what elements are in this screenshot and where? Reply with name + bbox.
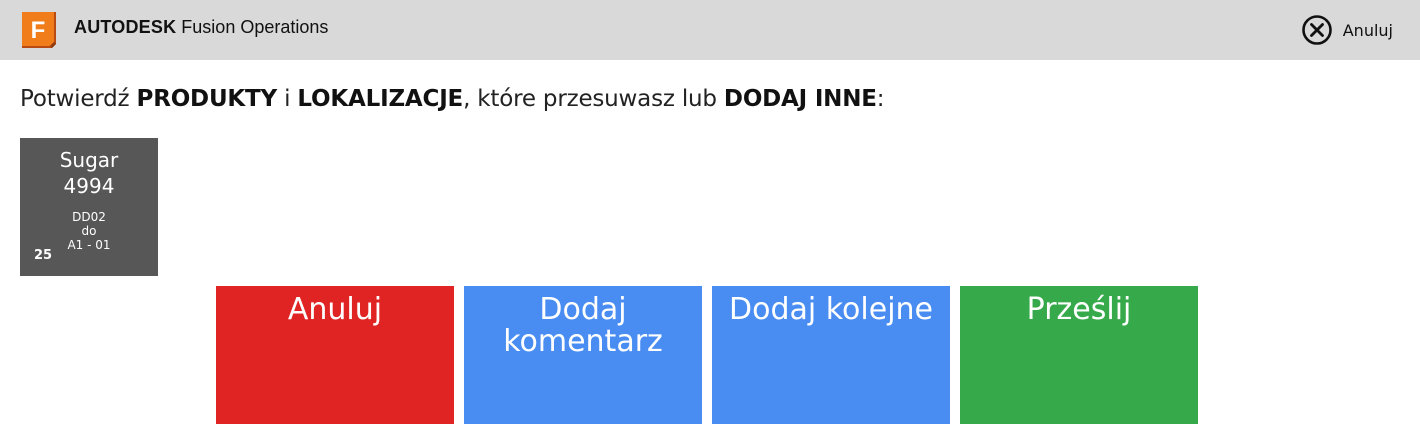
header-cancel-button[interactable]: Anuluj bbox=[1301, 14, 1393, 46]
fusion-logo-icon: F bbox=[20, 10, 60, 50]
prompt-locations: LOKALIZACJE bbox=[297, 86, 464, 112]
logo-letter: F bbox=[31, 17, 46, 44]
prompt-text-1: Potwierdź bbox=[20, 86, 137, 112]
brand-name: AUTODESK bbox=[74, 17, 177, 37]
prompt-add-others: DODAJ INNE bbox=[723, 86, 877, 112]
prompt-products: PRODUKTY bbox=[136, 86, 278, 112]
instruction-text: Potwierdź PRODUKTY i LOKALIZACJE, które … bbox=[20, 83, 885, 115]
app-title: AUTODESK Fusion Operations bbox=[74, 16, 328, 38]
product-id: 4994 bbox=[63, 174, 115, 198]
product-move: DD02 do A1 - 01 bbox=[20, 210, 158, 252]
top-bar: F AUTODESK Fusion Operations Anuluj bbox=[0, 0, 1420, 60]
product-name: Sugar bbox=[59, 148, 119, 172]
product-quantity: 25 bbox=[34, 248, 53, 263]
prompt-text-4: : bbox=[876, 86, 885, 112]
close-circle-icon bbox=[1301, 15, 1332, 45]
add-comment-button[interactable]: Dodaj komentarz bbox=[464, 286, 702, 424]
product-tile[interactable]: Sugar 4994 DD02 do A1 - 01 25 bbox=[20, 138, 158, 276]
header-cancel-label: Anuluj bbox=[1342, 20, 1393, 40]
add-another-button[interactable]: Dodaj kolejne bbox=[712, 286, 950, 424]
prompt-text-2: i bbox=[277, 86, 298, 112]
cancel-button[interactable]: Anuluj bbox=[216, 286, 454, 424]
prompt-text-3: , które przesuwasz lub bbox=[463, 86, 724, 112]
move-connector: do bbox=[81, 224, 97, 238]
source-location: DD02 bbox=[72, 210, 106, 224]
submit-button[interactable]: Prześlij bbox=[960, 286, 1198, 424]
product-name: Fusion Operations bbox=[181, 17, 329, 37]
